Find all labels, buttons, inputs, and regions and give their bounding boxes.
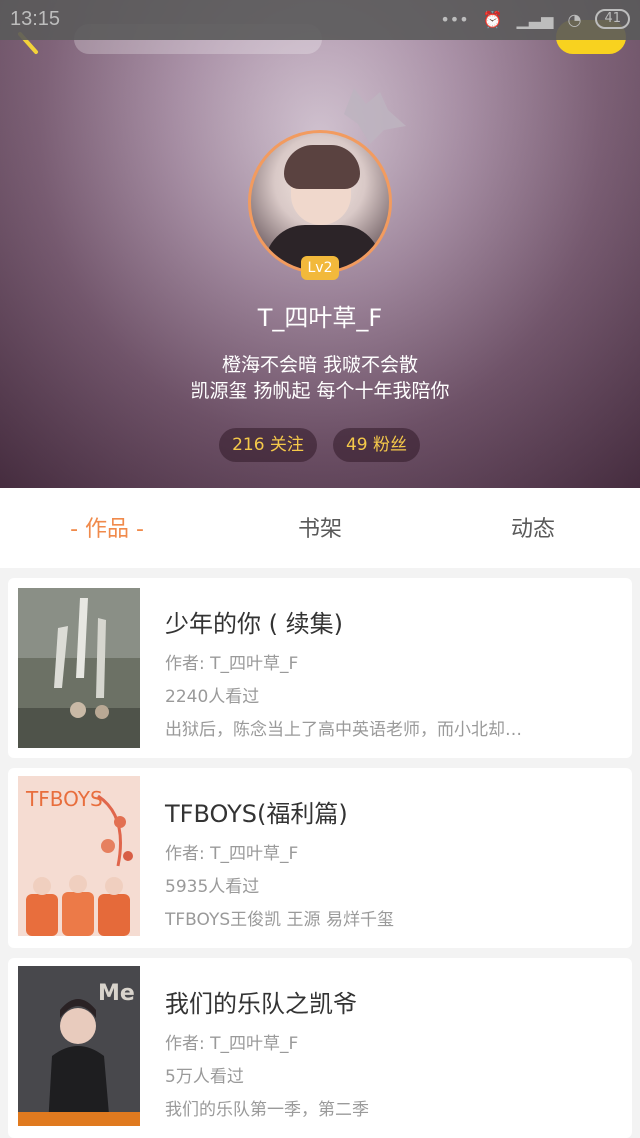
work-description: TFBOYS王俊凯 王源 易烊千玺 [165, 910, 394, 930]
cover-text: Me [98, 981, 135, 1006]
work-views: 2240人看过 [165, 687, 260, 707]
work-card[interactable]: TFBOYS TFBOYS(福利篇) 作者: T_四叶草_F 5935人看过 T… [8, 768, 632, 948]
following-count[interactable]: 216 关注 [219, 428, 317, 462]
avatar-hair [284, 145, 360, 189]
alarm-icon: ⏰ [482, 9, 503, 29]
signal-icon: ▁▃▅ [516, 9, 554, 29]
work-views: 5935人看过 [165, 877, 260, 897]
tab-bar: - 作品 - 书架 动态 [0, 488, 640, 568]
bio-line-1: 橙海不会暗 我啵不会散 [221, 354, 419, 376]
bio: 橙海不会暗 我啵不会散 凯源玺 扬帆起 每个十年我陪你 [0, 352, 640, 404]
battery-icon: 41 [595, 9, 630, 29]
level-badge: Lv2 [301, 256, 339, 280]
book-cover-image: TFBOYS [18, 776, 140, 936]
avatar[interactable] [248, 130, 392, 274]
tab-activity[interactable]: 动态 [466, 488, 600, 568]
tab-bookshelf[interactable]: 书架 [253, 488, 387, 568]
cover-text: TFBOYS [25, 787, 103, 811]
profile-header: Lv2 T_四叶草_F 橙海不会暗 我啵不会散 凯源玺 扬帆起 每个十年我陪你 … [0, 0, 640, 488]
bio-line-2: 凯源玺 扬帆起 每个十年我陪你 [190, 380, 450, 402]
work-card[interactable]: Me 我们的乐队之凯爷 作者: T_四叶草_F 5万人看过 我们的乐队第一季，第… [8, 958, 632, 1138]
tab-works[interactable]: - 作品 - [40, 488, 174, 568]
username: T_四叶草_F [257, 304, 383, 332]
book-cover-image: Me [18, 966, 140, 1126]
work-author: 作者: T_四叶草_F [165, 654, 299, 674]
work-title: TFBOYS(福利篇) [165, 800, 348, 828]
more-dots-icon: ••• [440, 9, 469, 29]
work-card[interactable]: 少年的你 ( 续集) 作者: T_四叶草_F 2240人看过 出狱后，陈念当上了… [8, 578, 632, 758]
work-title: 少年的你 ( 续集) [165, 610, 343, 638]
work-views: 5万人看过 [165, 1067, 244, 1087]
work-description: 我们的乐队第一季，第二季 [165, 1100, 369, 1120]
status-time: 13:15 [10, 8, 61, 30]
work-description: 出狱后，陈念当上了高中英语老师，而小北却… [165, 720, 522, 740]
wifi-icon: ◔ [567, 9, 582, 29]
book-cover-image [18, 588, 140, 748]
work-author: 作者: T_四叶草_F [165, 1034, 299, 1054]
work-title: 我们的乐队之凯爷 [165, 990, 357, 1018]
work-author: 作者: T_四叶草_F [165, 844, 299, 864]
followers-count[interactable]: 49 粉丝 [333, 428, 420, 462]
status-bar: 13:15 ••• ⏰ ▁▃▅ ◔ 41 [0, 0, 640, 40]
